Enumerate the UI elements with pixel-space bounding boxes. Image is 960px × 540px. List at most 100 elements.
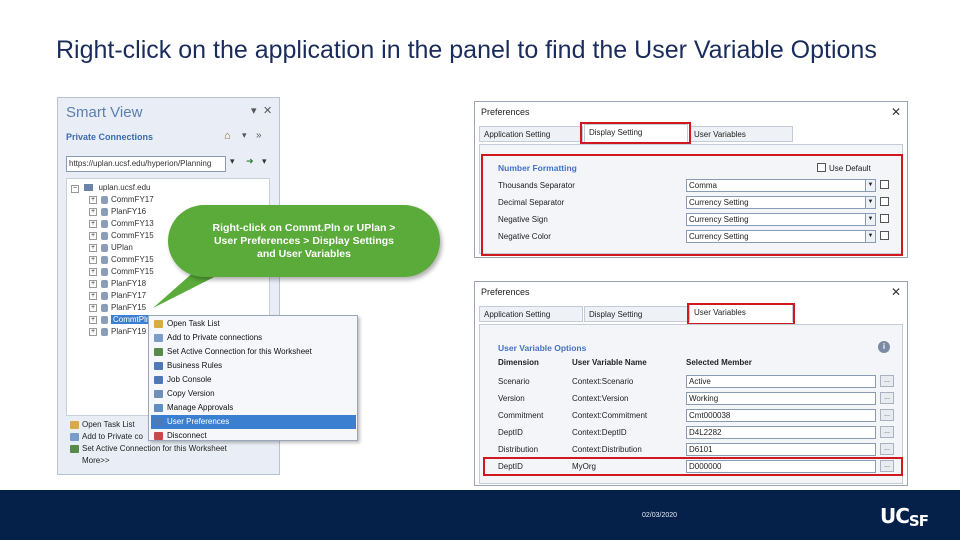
expand-icon[interactable]: +: [89, 207, 97, 216]
home-icon[interactable]: ⌂: [224, 130, 231, 142]
tab-application-setting[interactable]: Application Setting: [479, 306, 583, 322]
tree-item-label: PlanFY18: [111, 279, 147, 288]
connection-url-input[interactable]: https://uplan.ucsf.edu/hyperion/Planning: [66, 156, 226, 172]
expand-icon[interactable]: +: [89, 291, 97, 300]
rules-icon: [154, 362, 163, 370]
slide-title: Right-click on the application in the pa…: [56, 36, 877, 64]
context-menu-item[interactable]: User Preferences: [151, 415, 356, 429]
dialog-title: Preferences: [481, 107, 530, 117]
tab-display-setting[interactable]: Display Setting: [584, 306, 688, 322]
header-user-variable-name: User Variable Name: [572, 358, 647, 367]
tree-item[interactable]: + PlanFY17: [89, 290, 146, 301]
context-menu-item[interactable]: Disconnect: [151, 429, 356, 443]
tab-user-variables[interactable]: User Variables: [689, 126, 793, 142]
tree-item[interactable]: + UPlan: [89, 242, 133, 253]
tree-item[interactable]: + PlanFY19: [89, 326, 146, 337]
context-menu-item[interactable]: Set Active Connection for this Worksheet: [151, 345, 356, 359]
context-menu-item[interactable]: Open Task List: [151, 317, 356, 331]
context-menu-label: Add to Private connections: [167, 333, 263, 342]
folder-icon: [70, 420, 79, 429]
member-picker-button[interactable]: ...: [880, 392, 894, 404]
close-icon[interactable]: ✕: [891, 285, 901, 299]
user-variable-options-title: User Variable Options: [498, 343, 587, 353]
database-icon: [101, 327, 108, 336]
set-active-connection-link[interactable]: Set Active Connection for this Worksheet: [70, 444, 227, 453]
expand-icon[interactable]: +: [89, 195, 97, 204]
variable-dimension: DeptID: [498, 428, 523, 437]
expand-icon[interactable]: +: [89, 231, 97, 240]
collapse-icon[interactable]: −: [71, 185, 79, 193]
tree-item-label: CommFY15: [111, 231, 154, 240]
database-icon: [101, 267, 108, 276]
tree-item[interactable]: + CommFY15: [89, 254, 154, 265]
tree-item[interactable]: + CommFY15: [89, 266, 154, 277]
add-connection-icon: [154, 334, 163, 342]
tree-item-label: CommFY17: [111, 195, 154, 204]
tree-item[interactable]: + CommFY15: [89, 230, 154, 241]
close-icon[interactable]: ✕: [891, 105, 901, 119]
variable-dimension: Distribution: [498, 445, 539, 454]
expand-icon[interactable]: +: [89, 267, 97, 276]
member-picker-button[interactable]: ...: [880, 443, 894, 455]
context-menu-label: Job Console: [167, 375, 212, 384]
selected-member-field[interactable]: Working: [686, 392, 876, 405]
member-picker-button[interactable]: ...: [880, 426, 894, 438]
selected-member-field[interactable]: D4L2282: [686, 426, 876, 439]
selected-member-field[interactable]: D6101: [686, 443, 876, 456]
pin-icon[interactable]: ▾: [251, 104, 257, 117]
tab-application-setting[interactable]: Application Setting: [479, 126, 583, 142]
url-dropdown-icon[interactable]: ▾: [230, 156, 235, 167]
callout-text: Right-click on Commt.Pln or UPlan > User…: [212, 221, 396, 260]
disconnect-icon: [154, 432, 163, 440]
tree-root[interactable]: − uplan.ucsf.edu: [71, 183, 151, 193]
tree-item[interactable]: + PlanFY16: [89, 206, 146, 217]
tree-item[interactable]: + CommtPln: [89, 314, 153, 325]
database-icon: [101, 207, 108, 216]
variable-name: Context:Scenario: [572, 377, 634, 386]
private-connections-bar: Private Connections ⌂ ▾ »: [58, 128, 279, 148]
member-picker-button[interactable]: ...: [880, 409, 894, 421]
tree-item-label: CommFY13: [111, 219, 154, 228]
info-icon[interactable]: i: [878, 341, 890, 353]
expand-icon[interactable]: +: [89, 255, 97, 264]
tree-item[interactable]: + CommFY17: [89, 194, 154, 205]
context-menu-label: Disconnect: [167, 431, 207, 440]
tree-item[interactable]: + CommFY13: [89, 218, 154, 229]
footer-date: 02/03/2020: [642, 512, 678, 519]
variable-dimension: Commitment: [498, 411, 544, 420]
header-selected-member: Selected Member: [686, 358, 752, 367]
tree-item[interactable]: + PlanFY15: [89, 302, 146, 313]
expand-icon[interactable]: +: [89, 219, 97, 228]
member-picker-button[interactable]: ...: [880, 375, 894, 387]
selected-member-field[interactable]: Cmt000038: [686, 409, 876, 422]
add-to-private-link[interactable]: Add to Private co: [70, 432, 143, 441]
context-menu-label: User Preferences: [167, 417, 230, 426]
tree-item-label: CommFY15: [111, 267, 154, 276]
database-icon: [101, 219, 108, 228]
context-menu-item[interactable]: Job Console: [151, 373, 356, 387]
more-link[interactable]: More>>: [82, 456, 110, 465]
smart-view-header: Smart View ▾ ✕: [58, 98, 279, 122]
close-icon[interactable]: ✕: [263, 104, 272, 117]
expand-icon[interactable]: +: [89, 243, 97, 252]
database-icon: [101, 315, 108, 324]
context-menu-item[interactable]: Business Rules: [151, 359, 356, 373]
selected-member-field[interactable]: Active: [686, 375, 876, 388]
expand-icon[interactable]: »: [256, 130, 262, 141]
go-arrow-icon[interactable]: ➜: [246, 156, 254, 167]
context-menu-item[interactable]: Manage Approvals: [151, 401, 356, 415]
expand-icon[interactable]: +: [89, 327, 97, 336]
context-menu-item[interactable]: Copy Version: [151, 387, 356, 401]
tree-item[interactable]: + PlanFY18: [89, 278, 146, 289]
url-menu-icon[interactable]: ▾: [262, 156, 267, 167]
expand-icon[interactable]: +: [89, 315, 97, 324]
chevron-down-icon[interactable]: ▾: [242, 130, 247, 141]
folder-icon: [154, 320, 163, 328]
open-task-list-link[interactable]: Open Task List: [70, 420, 135, 429]
expand-icon[interactable]: +: [89, 279, 97, 288]
tree-item-label: PlanFY19: [111, 327, 147, 336]
highlight-display-tab: [580, 122, 691, 144]
variable-name: Context:Distribution: [572, 445, 642, 454]
expand-icon[interactable]: +: [89, 303, 97, 312]
context-menu-item[interactable]: Add to Private connections: [151, 331, 356, 345]
